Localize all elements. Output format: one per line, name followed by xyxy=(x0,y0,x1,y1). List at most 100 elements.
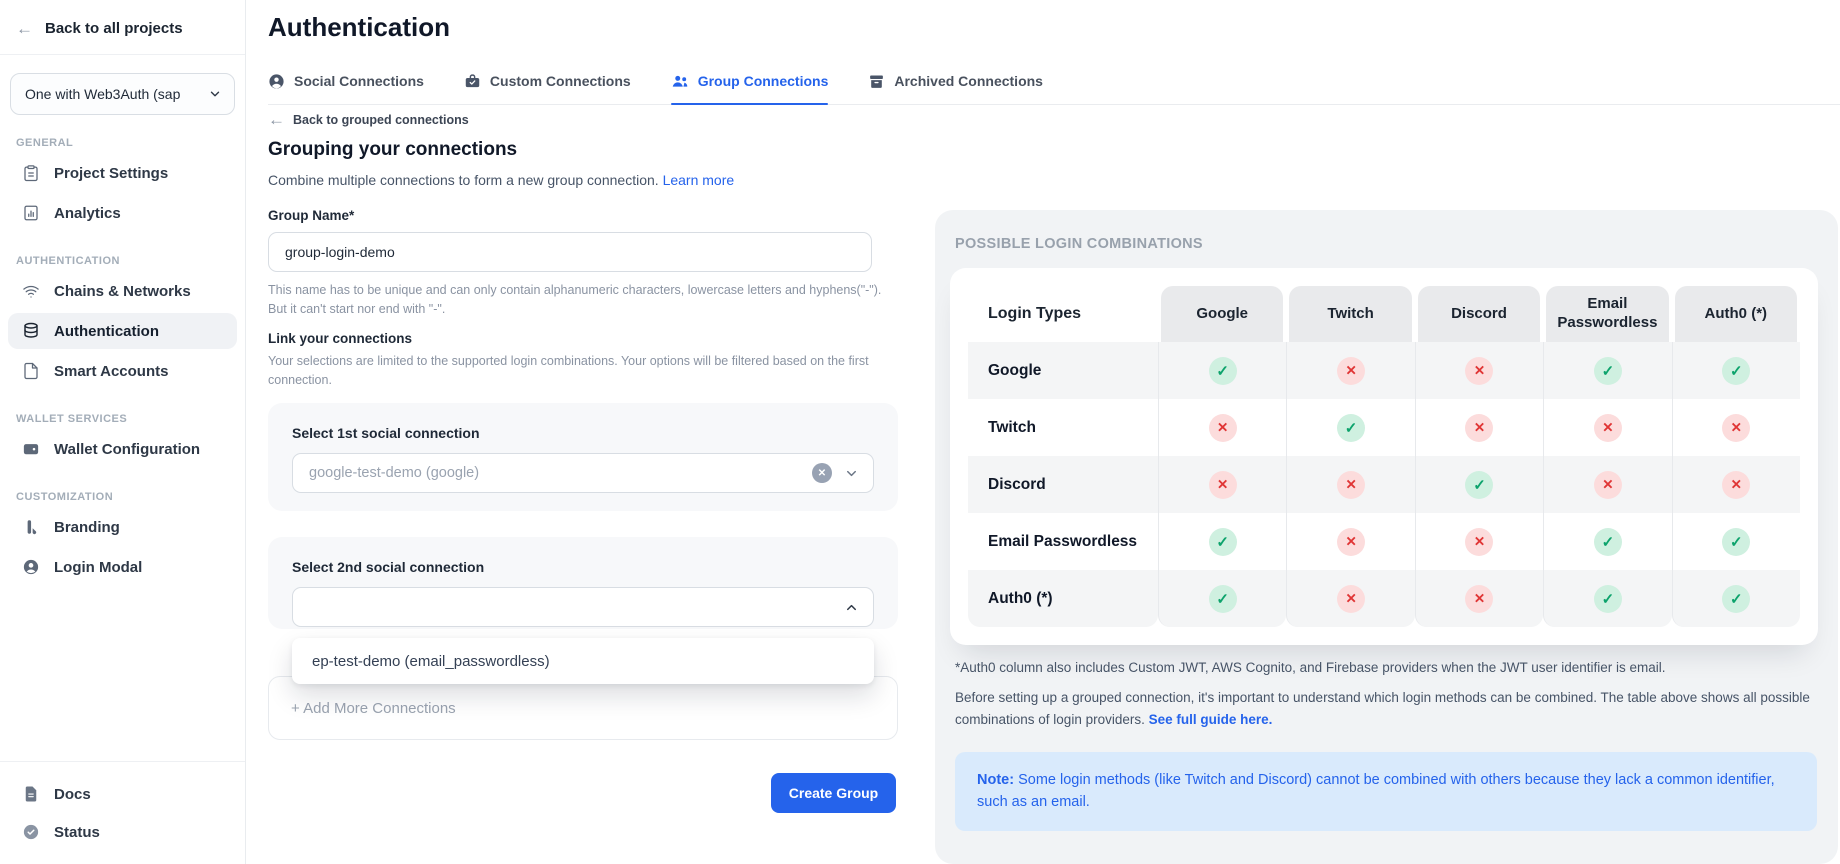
combination-cell: ✕ xyxy=(1286,456,1414,513)
check-icon: ✓ xyxy=(1594,357,1622,385)
column-header: Email Passwordless xyxy=(1546,286,1668,342)
analytics-icon xyxy=(22,204,40,222)
connection-dropdown-option[interactable]: ep-test-demo (email_passwordless) xyxy=(292,638,874,684)
add-more-connections-button[interactable]: + Add More Connections xyxy=(268,676,898,740)
sidebar-section-general: GENERAL xyxy=(16,137,229,149)
tab-label: Archived Connections xyxy=(894,73,1043,89)
combination-cell: ✓ xyxy=(1286,399,1414,456)
sidebar-section-wallet-services: WALLET SERVICES xyxy=(16,413,229,425)
project-selector[interactable]: One with Web3Auth (sap xyxy=(10,73,235,115)
back-to-projects-link[interactable]: ← Back to all projects xyxy=(0,0,245,54)
cross-icon: ✕ xyxy=(1465,528,1493,556)
chevron-up-icon[interactable] xyxy=(844,600,859,615)
combination-cell: ✕ xyxy=(1543,399,1671,456)
cross-icon: ✕ xyxy=(1337,471,1365,499)
link-connections-heading: Link your connections xyxy=(268,331,412,346)
full-guide-link[interactable]: See full guide here. xyxy=(1149,712,1273,727)
clear-selection-icon[interactable]: ✕ xyxy=(812,463,832,483)
note-text: Some login methods (like Twitch and Disc… xyxy=(977,772,1775,810)
column-header: Auth0 (*) xyxy=(1675,286,1797,342)
row-label: Google xyxy=(968,342,1158,399)
group-connections-icon xyxy=(671,72,689,90)
sidebar-item-project-settings[interactable]: Project Settings xyxy=(8,155,237,191)
back-to-grouped-connections-link[interactable]: ← Back to grouped connections xyxy=(268,111,469,128)
learn-more-link[interactable]: Learn more xyxy=(663,172,735,188)
combination-cell: ✓ xyxy=(1543,570,1671,627)
combination-cell: ✓ xyxy=(1672,570,1800,627)
row-label: Discord xyxy=(968,456,1158,513)
database-icon xyxy=(22,322,40,340)
combinations-table: Login TypesGoogleTwitchDiscordEmail Pass… xyxy=(968,286,1800,627)
help-line-1: This name has to be unique and can only … xyxy=(268,281,908,300)
sidebar-item-label: Smart Accounts xyxy=(54,363,168,380)
back-arrow-icon: ← xyxy=(268,111,285,128)
combination-cell: ✕ xyxy=(1415,399,1543,456)
grouping-subheading: Combine multiple connections to form a n… xyxy=(268,172,734,188)
select-second-label: Select 2nd social connection xyxy=(292,559,484,575)
column-header: Discord xyxy=(1418,286,1540,342)
archived-connections-icon xyxy=(868,73,885,90)
combination-cell: ✓ xyxy=(1672,513,1800,570)
sidebar-item-wallet-configuration[interactable]: Wallet Configuration xyxy=(8,431,237,467)
sidebar-item-docs[interactable]: Docs xyxy=(8,776,237,812)
cross-icon: ✕ xyxy=(1209,414,1237,442)
cross-icon: ✕ xyxy=(1337,357,1365,385)
page-title: Authentication xyxy=(268,12,450,43)
combination-cell: ✓ xyxy=(1543,342,1671,399)
combination-cell: ✕ xyxy=(1158,456,1286,513)
create-group-button[interactable]: Create Group xyxy=(771,773,896,813)
group-name-help: This name has to be unique and can only … xyxy=(268,281,908,319)
clipboard-icon xyxy=(22,164,40,182)
cross-icon: ✕ xyxy=(1465,414,1493,442)
cross-icon: ✕ xyxy=(1337,528,1365,556)
tab-archived-connections[interactable]: Archived Connections xyxy=(868,58,1043,104)
tab-label: Social Connections xyxy=(294,73,424,89)
combination-cell: ✕ xyxy=(1415,570,1543,627)
back-arrow-icon: ← xyxy=(16,20,33,37)
tab-social-connections[interactable]: Social Connections xyxy=(268,58,424,104)
link-connections-help: Your selections are limited to the suppo… xyxy=(268,352,904,390)
sidebar: ← Back to all projects One with Web3Auth… xyxy=(0,0,246,864)
combination-cell: ✓ xyxy=(1158,513,1286,570)
network-icon xyxy=(22,282,40,300)
column-header: Twitch xyxy=(1289,286,1411,342)
combination-cell: ✕ xyxy=(1672,399,1800,456)
sidebar-item-login-modal[interactable]: Login Modal xyxy=(8,549,237,585)
sidebar-item-analytics[interactable]: Analytics xyxy=(8,195,237,231)
column-header: Google xyxy=(1161,286,1283,342)
sidebar-item-status[interactable]: Status xyxy=(8,814,237,850)
row-label: Twitch xyxy=(968,399,1158,456)
sidebar-item-branding[interactable]: Branding xyxy=(8,509,237,545)
chevron-down-icon[interactable] xyxy=(844,466,859,481)
sidebar-divider xyxy=(0,54,245,55)
status-icon xyxy=(22,823,40,841)
branding-icon xyxy=(22,518,40,536)
back-link-label: Back to grouped connections xyxy=(293,113,469,127)
check-icon: ✓ xyxy=(1465,471,1493,499)
wallet-icon xyxy=(22,440,40,458)
check-icon: ✓ xyxy=(1722,357,1750,385)
select-first-label: Select 1st social connection xyxy=(292,425,480,441)
group-name-label: Group Name* xyxy=(268,208,354,223)
sidebar-item-smart-accounts[interactable]: Smart Accounts xyxy=(8,353,237,389)
combination-cell: ✓ xyxy=(1158,342,1286,399)
select-second-connection[interactable] xyxy=(292,587,874,627)
combinations-description: Before setting up a grouped connection, … xyxy=(955,687,1819,730)
tab-group-connections[interactable]: Group Connections xyxy=(671,58,829,104)
sidebar-item-label: Chains & Networks xyxy=(54,283,191,300)
combinations-card: Login TypesGoogleTwitchDiscordEmail Pass… xyxy=(950,268,1818,645)
sidebar-item-chains-networks[interactable]: Chains & Networks xyxy=(8,273,237,309)
tab-custom-connections[interactable]: Custom Connections xyxy=(464,58,631,104)
combination-cell: ✕ xyxy=(1158,399,1286,456)
group-name-input[interactable] xyxy=(268,232,872,272)
sidebar-item-authentication[interactable]: Authentication xyxy=(8,313,237,349)
combination-cell: ✕ xyxy=(1286,570,1414,627)
first-connection-card: Select 1st social connection google-test… xyxy=(268,403,898,511)
cross-icon: ✕ xyxy=(1209,471,1237,499)
cross-icon: ✕ xyxy=(1337,585,1365,613)
combination-cell: ✓ xyxy=(1543,513,1671,570)
sidebar-item-label: Status xyxy=(54,824,100,841)
sidebar-footer: Docs Status xyxy=(0,761,245,864)
select-first-connection[interactable]: google-test-demo (google) ✕ xyxy=(292,453,874,493)
check-icon: ✓ xyxy=(1594,528,1622,556)
